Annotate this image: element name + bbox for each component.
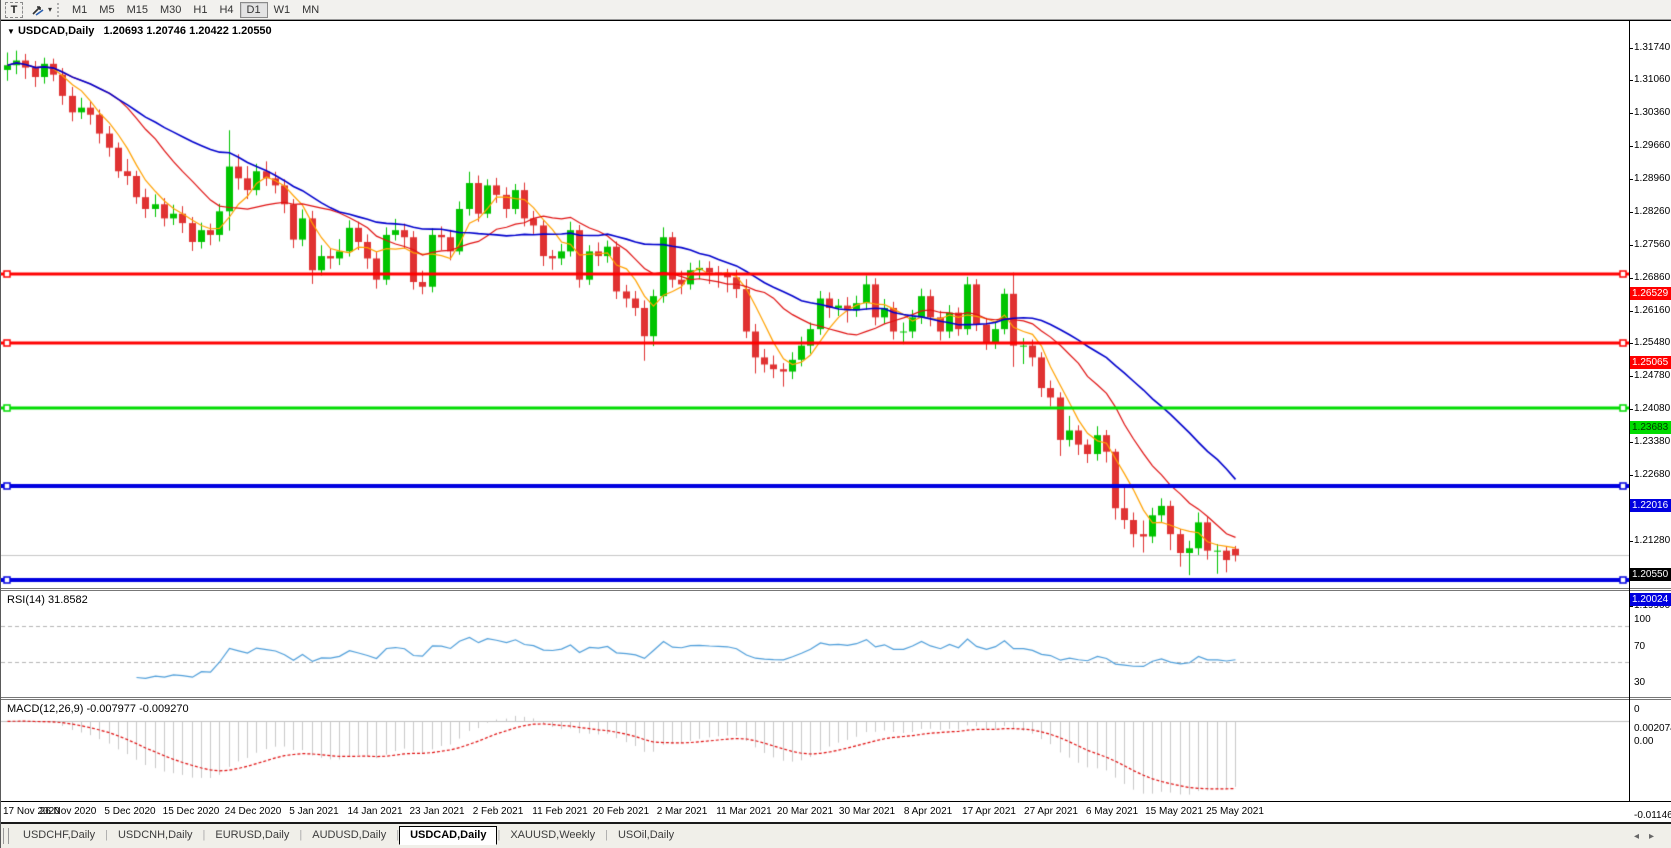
toolbar-grip [57, 2, 62, 17]
macd-label: MACD(12,26,9) -0.007977 -0.009270 [7, 703, 189, 715]
chart-tab-usdchf[interactable]: USDCHF,Daily [13, 827, 105, 844]
chart-quote-values: 1.20693 1.20746 1.20422 1.20550 [103, 25, 272, 37]
chart-tab-bar: USDCHF,Daily | USDCNH,Daily | EURUSD,Daily | A… [1, 822, 1671, 848]
price-tick-label: 1.27560 [1628, 238, 1671, 250]
chart-tab-usoil[interactable]: USOil,Daily [608, 827, 684, 844]
hline-price-tag: 1.25065 [1630, 355, 1671, 369]
date-tick-label: 6 May 2021 [1085, 806, 1139, 817]
date-tick-label: 27 Apr 2021 [1024, 806, 1078, 817]
dropdown-caret-icon: ▾ [48, 5, 53, 14]
price-tick-label: 1.31060 [1628, 74, 1671, 86]
date-tick-label: 8 Apr 2021 [903, 806, 953, 817]
macd-indicator-panel[interactable]: MACD(12,26,9) -0.007977 -0.009270 [1, 700, 1630, 801]
date-tick-label: 15 May 2021 [1145, 806, 1203, 817]
date-tick-label: 20 Mar 2021 [776, 806, 834, 817]
date-tick-label: 2 Feb 2021 [472, 806, 524, 817]
timeframe-button-h1[interactable]: H1 [187, 2, 213, 18]
hline-price-tag: 1.22016 [1630, 499, 1671, 513]
tab-scroll-left-icon[interactable]: ◂ [1634, 831, 1649, 842]
chart-title: ▼ USDCAD,Daily 1.20693 1.20746 1.20422 1… [7, 25, 272, 37]
timeframe-button-d1[interactable]: D1 [239, 1, 268, 18]
trading-app-window: T ▾ M1 M5 M15 M30 H1 H4 D1 W1 MN ▼ USDCAD,Daily … [0, 0, 1671, 848]
date-tick-label: 14 Jan 2021 [347, 806, 403, 817]
price-tick-label: 1.21280 [1628, 534, 1671, 546]
macd-axis-label: -0.011462 [1634, 810, 1671, 821]
hline-price-tag: 1.20024 [1630, 593, 1671, 607]
macd-axis-label: 0.002074 [1634, 723, 1671, 734]
price-tick-label: 1.28260 [1628, 206, 1671, 217]
hline-price-tag: 1.26529 [1630, 286, 1671, 300]
price-tick-label: 1.25480 [1628, 337, 1671, 349]
date-tick-label: 11 Mar 2021 [716, 806, 772, 817]
candlestick-chart-canvas[interactable] [1, 22, 1629, 588]
price-tick-label: 1.28960 [1628, 173, 1671, 185]
timeframe-button-m15[interactable]: M15 [121, 2, 154, 18]
chart-window: ▼ USDCAD,Daily 1.20693 1.20746 1.20422 1… [1, 20, 1671, 823]
chart-toolbar: T ▾ M1 M5 M15 M30 H1 H4 D1 W1 MN [1, 0, 1671, 20]
symbol-dropdown-icon[interactable]: ▼ [7, 27, 15, 36]
date-tick-label: 25 May 2021 [1206, 806, 1264, 817]
price-tick-label: 1.22680 [1628, 468, 1671, 480]
timeframe-button-mn[interactable]: MN [296, 2, 325, 18]
date-tick-label: 2 Mar 2021 [656, 806, 708, 817]
rsi-indicator-panel[interactable]: RSI(14) 31.8582 [1, 591, 1630, 697]
hline-price-tag: 1.23683 [1630, 420, 1671, 434]
chart-tab-usdcnh[interactable]: USDCNH,Daily [108, 827, 203, 844]
date-tick-label: 23 Jan 2021 [409, 806, 465, 817]
date-tick-label: 26 Nov 2020 [39, 806, 97, 817]
timeframe-button-m5[interactable]: M5 [93, 2, 120, 18]
chart-tab-eurusd[interactable]: EURUSD,Daily [205, 827, 299, 844]
date-axis[interactable]: 17 Nov 2020 26 Nov 2020 5 Dec 2020 15 Dec 2… [1, 801, 1671, 823]
tab-bar-grip [3, 828, 9, 844]
price-tick-label: 1.23380 [1628, 435, 1671, 447]
date-tick-label: 24 Dec 2020 [224, 806, 282, 817]
date-tick-label: 17 Apr 2021 [962, 806, 1016, 817]
price-tick-label: 1.30360 [1628, 107, 1671, 119]
price-axis-line [1629, 21, 1630, 801]
chart-tab-xauusd[interactable]: XAUUSD,Weekly [500, 827, 605, 844]
macd-axis-label: 0.00 [1634, 736, 1654, 748]
chart-tabs: USDCHF,Daily | USDCNH,Daily | EURUSD,Daily | A… [13, 826, 684, 845]
chart-tab-usdcad[interactable]: USDCAD,Daily [399, 826, 498, 845]
timeframe-button-m1[interactable]: M1 [66, 2, 93, 18]
timeframe-button-w1[interactable]: W1 [268, 2, 297, 18]
tab-scroll-right-icon[interactable]: ▸ [1649, 831, 1664, 842]
date-tick-label: 5 Dec 2020 [104, 806, 156, 817]
date-tick-label: 5 Jan 2021 [289, 806, 339, 817]
price-tick-label: 1.29660 [1628, 140, 1671, 152]
chart-tab-audusd[interactable]: AUDUSD,Daily [302, 827, 396, 844]
rsi-axis-label: 0 [1634, 704, 1640, 715]
rsi-chart-canvas[interactable] [1, 591, 1629, 697]
rsi-axis-label: 70 [1634, 641, 1646, 652]
date-tick-label: 30 Mar 2021 [838, 806, 896, 817]
date-tick-label: 15 Dec 2020 [162, 806, 220, 817]
cursor-arrows-icon [32, 5, 44, 16]
date-tick-label: 20 Feb 2021 [592, 806, 650, 817]
rsi-axis-label: 30 [1634, 677, 1646, 688]
timeframe-button-h4[interactable]: H4 [213, 2, 239, 18]
price-tick-label: 1.24780 [1628, 370, 1671, 381]
price-tick-label: 1.31740 [1628, 42, 1671, 53]
tab-scroll-buttons: ◂▸ [1634, 831, 1664, 842]
chart-symbol-label: USDCAD,Daily [17, 25, 95, 37]
rsi-label: RSI(14) 31.8582 [7, 594, 88, 606]
rsi-axis-label: 100 [1634, 614, 1651, 625]
text-tool-button[interactable]: T [5, 1, 23, 18]
date-tick-label: 11 Feb 2021 [532, 806, 588, 817]
cursor-tool-button[interactable]: ▾ [30, 2, 52, 18]
timeframe-button-group: M1 M5 M15 M30 H1 H4 D1 W1 MN [66, 1, 325, 18]
bid-price-tag: 1.20550 [1630, 568, 1671, 582]
price-tick-label: 1.26860 [1628, 271, 1671, 283]
timeframe-button-m30[interactable]: M30 [154, 2, 187, 18]
price-chart-panel[interactable]: ▼ USDCAD,Daily 1.20693 1.20746 1.20422 1… [1, 22, 1630, 588]
price-tick-label: 1.24080 [1628, 403, 1671, 414]
macd-chart-canvas[interactable] [1, 700, 1629, 801]
price-tick-label: 1.26160 [1628, 304, 1671, 316]
